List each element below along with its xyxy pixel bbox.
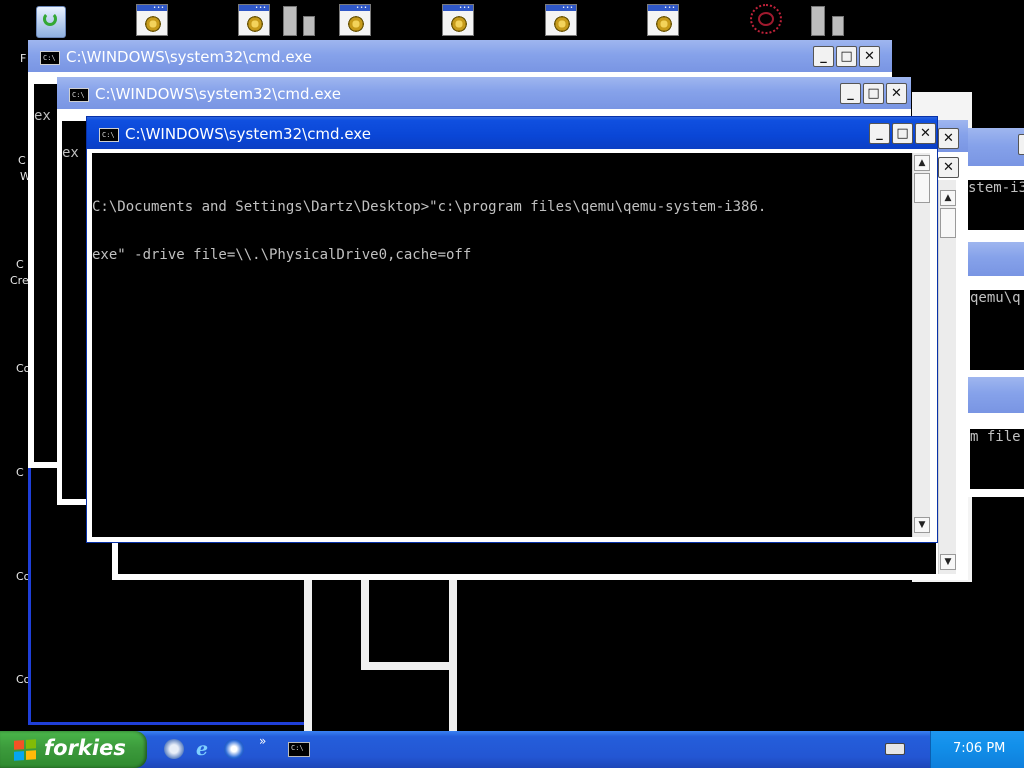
scroll-up-button[interactable]: ▲ — [940, 190, 956, 206]
desktop-label: Cre — [10, 274, 29, 287]
cmd-window-active[interactable]: C:\ C:\WINDOWS\system32\cmd.exe _ □ ✕ C:… — [86, 116, 938, 543]
ie-icon[interactable]: e — [194, 739, 214, 759]
scroll-thumb[interactable] — [914, 173, 930, 203]
cmd-icon: C:\ — [69, 88, 89, 102]
minimize-button[interactable]: _ — [840, 83, 861, 104]
keyboard-icon[interactable] — [885, 743, 905, 755]
program-doc-icon[interactable]: ••• — [545, 4, 577, 36]
console-line: C:\Documents and Settings\Dartz\Desktop>… — [92, 199, 767, 215]
console-line: exe" -drive file=\\.\PhysicalDrive0,cach… — [92, 247, 472, 263]
folder-icon[interactable] — [283, 6, 297, 36]
minimize-button[interactable]: _ — [869, 123, 890, 144]
quicklaunch-more[interactable]: » — [259, 734, 266, 748]
desktop-label: C — [16, 466, 24, 479]
clock[interactable]: 7:06 PM — [953, 741, 1005, 756]
start-label: forkies — [44, 736, 126, 760]
minimize-button[interactable]: _ — [1018, 134, 1024, 155]
recycle-bin-icon[interactable] — [32, 4, 70, 38]
window-title: C:\WINDOWS\system32\cmd.exe — [66, 48, 312, 66]
task-button-cmd[interactable]: C:\ — [288, 742, 310, 757]
window-title: C:\WINDOWS\system32\cmd.exe — [125, 125, 371, 143]
artifact-line — [361, 662, 457, 670]
close-button[interactable]: ✕ — [938, 128, 959, 149]
quicklaunch-icon[interactable] — [164, 739, 184, 759]
program-doc-icon[interactable]: ••• — [136, 4, 168, 36]
window-title: C:\WINDOWS\system32\cmd.exe — [95, 85, 341, 103]
console-output: qemu\q — [970, 290, 1024, 370]
titlebar[interactable]: C:\ C:\WINDOWS\system32\cmd.exe _ □ ✕ — [87, 117, 937, 149]
desktop-label: F — [20, 52, 27, 65]
maximize-button[interactable]: □ — [863, 83, 884, 104]
program-doc-icon[interactable]: ••• — [647, 4, 679, 36]
maximize-button[interactable]: □ — [836, 46, 857, 67]
program-doc-icon[interactable]: ••• — [442, 4, 474, 36]
scroll-up-button[interactable]: ▲ — [914, 155, 930, 171]
close-button[interactable]: ✕ — [859, 46, 880, 67]
program-doc-icon[interactable]: ••• — [238, 4, 270, 36]
cmd-icon: C:\ — [40, 51, 60, 65]
minimize-button[interactable]: _ — [813, 46, 834, 67]
scroll-thumb[interactable] — [940, 208, 956, 238]
scroll-down-button[interactable]: ▼ — [940, 554, 956, 570]
windows-flag-icon — [14, 739, 36, 761]
titlebar[interactable] — [966, 377, 1024, 413]
cmd-window-partial[interactable]: qemu\q — [966, 242, 1024, 377]
console-output: m file — [970, 429, 1024, 489]
artifact-line — [28, 465, 31, 725]
vertical-scrollbar[interactable]: ▲ ▼ — [938, 180, 956, 574]
start-button[interactable]: forkies — [0, 731, 147, 768]
folder-icon[interactable] — [832, 16, 844, 36]
artifact-line — [304, 578, 312, 731]
close-button[interactable]: ✕ — [915, 123, 936, 144]
folder-icon[interactable] — [811, 6, 825, 36]
close-button[interactable]: ✕ — [886, 83, 907, 104]
desktop-label: C — [16, 258, 24, 271]
console-line: ex — [62, 145, 79, 161]
network-icon[interactable] — [748, 2, 786, 36]
taskbar — [0, 731, 1024, 768]
titlebar[interactable] — [960, 128, 1024, 166]
vertical-scrollbar[interactable]: ▲ ▼ — [912, 153, 930, 537]
maximize-button[interactable]: □ — [892, 123, 913, 144]
cmd-icon: C:\ — [99, 128, 119, 142]
media-player-icon[interactable] — [224, 739, 244, 759]
artifact-line — [361, 578, 369, 670]
artifact-line — [28, 722, 308, 725]
titlebar[interactable]: C:\ C:\WINDOWS\system32\cmd.exe _ □ ✕ — [57, 77, 911, 109]
titlebar[interactable] — [966, 242, 1024, 276]
cmd-window-partial[interactable]: m file — [966, 377, 1024, 497]
cmd-window-partial[interactable]: _ stem-i3 — [960, 128, 1024, 248]
close-button[interactable]: ✕ — [938, 157, 959, 178]
desktop-label: C — [18, 154, 26, 167]
artifact-line — [449, 578, 457, 731]
program-doc-icon[interactable]: ••• — [339, 4, 371, 36]
console-line: ex — [34, 108, 51, 124]
folder-icon[interactable] — [303, 16, 315, 36]
titlebar[interactable]: C:\ C:\WINDOWS\system32\cmd.exe _ □ ✕ — [28, 40, 892, 72]
cmd-icon: C:\ — [291, 744, 304, 752]
console-output: stem-i3 — [968, 180, 1024, 230]
console-output: C:\Documents and Settings\Dartz\Desktop>… — [92, 153, 912, 537]
scroll-down-button[interactable]: ▼ — [914, 517, 930, 533]
